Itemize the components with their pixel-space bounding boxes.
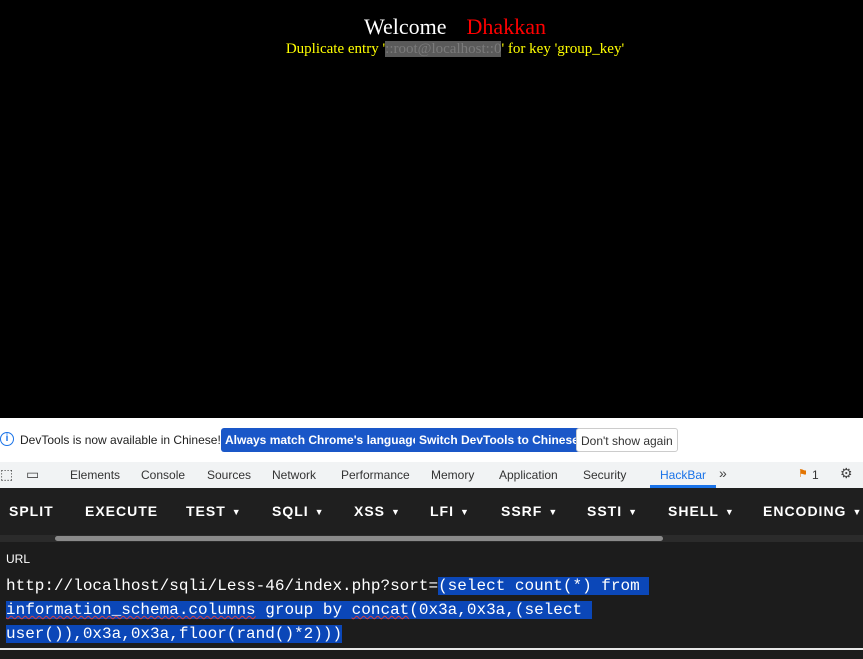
tab-hackbar[interactable]: HackBar: [660, 468, 706, 482]
tab-network[interactable]: Network: [272, 468, 316, 482]
chevron-down-icon: ▼: [724, 507, 735, 518]
split-button[interactable]: SPLIT: [9, 503, 54, 519]
more-tabs-icon[interactable]: »: [719, 465, 727, 481]
sqli-menu[interactable]: SQLI ▼: [272, 503, 325, 519]
url-selected-text: information_schema.columns: [6, 601, 256, 619]
chevron-down-icon: ▼: [460, 507, 470, 518]
url-base: http://localhost/sqli/Less-46/index.php?…: [6, 577, 439, 595]
devtools-infobar: i DevTools is now available in Chinese! …: [0, 418, 863, 463]
error-highlight: ::root@localhost::0: [385, 41, 502, 57]
tab-elements[interactable]: Elements: [70, 468, 120, 482]
sqli-label: SQLI: [272, 503, 309, 519]
info-icon: i: [0, 432, 14, 446]
execute-button[interactable]: EXECUTE: [85, 503, 158, 519]
page-body: Welcome Dhakkan Duplicate entry '::root@l…: [0, 0, 863, 418]
execute-label: EXECUTE: [85, 503, 159, 519]
ssti-menu[interactable]: SSTI ▼: [587, 503, 638, 519]
device-toolbar-icon[interactable]: ▭: [26, 466, 39, 483]
username-text: Dhakkan: [466, 14, 546, 39]
welcome-text: Welcome: [364, 14, 447, 39]
error-message: Duplicate entry '::root@localhost::0' fo…: [0, 41, 863, 58]
inspect-element-icon[interactable]: ⬚: [0, 466, 13, 483]
issues-flag-icon[interactable]: ⚑: [798, 467, 808, 480]
encoding-menu[interactable]: ENCODING ▼: [763, 503, 862, 519]
url-selected-text: concat: [351, 601, 410, 619]
url-input[interactable]: http://localhost/sqli/Less-46/index.php?…: [6, 574, 846, 646]
url-selected-text: (0x3a,0x3a,(select: [409, 601, 592, 619]
chevron-down-icon: ▼: [314, 507, 325, 518]
tab-application[interactable]: Application: [499, 468, 558, 482]
xss-label: XSS: [354, 503, 386, 519]
encoding-label: ENCODING: [763, 503, 847, 519]
issues-count: 1: [812, 468, 819, 482]
split-label: SPLIT: [9, 503, 54, 519]
infobar-message: DevTools is now available in Chinese!: [20, 433, 221, 447]
chevron-down-icon: ▼: [548, 507, 559, 518]
hackbar-toolbar: SPLIT EXECUTE TEST ▼ SQLI ▼ XSS ▼ LFI ▼ SSRF…: [0, 488, 863, 542]
tab-performance[interactable]: Performance: [341, 468, 410, 482]
tab-memory[interactable]: Memory: [431, 468, 474, 482]
url-panel: URL http://localhost/sqli/Less-46/index.…: [0, 542, 863, 659]
match-language-button[interactable]: Always match Chrome's language: [221, 428, 424, 452]
xss-menu[interactable]: XSS ▼: [354, 503, 401, 519]
url-selected-text: group by: [255, 601, 352, 619]
ssrf-menu[interactable]: SSRF ▼: [501, 503, 558, 519]
url-selected-text: user()),0x3a,0x3a,floor(rand()*2))): [6, 625, 343, 643]
chevron-down-icon: ▼: [628, 507, 639, 518]
welcome-line: Welcome Dhakkan: [0, 14, 863, 40]
switch-chinese-button[interactable]: Switch DevTools to Chinese: [415, 428, 583, 452]
hackbar-scrollbar[interactable]: [55, 536, 663, 541]
tab-console[interactable]: Console: [141, 468, 185, 482]
lfi-menu[interactable]: LFI ▼: [430, 503, 470, 519]
test-label: TEST: [186, 503, 226, 519]
ssrf-label: SSRF: [501, 503, 543, 519]
devtools-tabs: ⬚ ▭ Elements Console Sources Network Per…: [0, 462, 863, 489]
chevron-down-icon: ▼: [231, 507, 242, 518]
url-label: URL: [6, 552, 31, 566]
error-suffix: ' for key 'group_key': [501, 41, 625, 57]
shell-label: SHELL: [668, 503, 719, 519]
tab-security[interactable]: Security: [583, 468, 626, 482]
test-menu[interactable]: TEST ▼: [186, 503, 242, 519]
chevron-down-icon: ▼: [852, 507, 863, 518]
shell-menu[interactable]: SHELL ▼: [668, 503, 735, 519]
url-input-border: [0, 648, 863, 650]
dont-show-again-button[interactable]: Don't show again: [576, 428, 678, 452]
error-prefix: Duplicate entry ': [285, 41, 386, 57]
lfi-label: LFI: [430, 503, 454, 519]
url-selected-text: (select count(*) from: [438, 577, 650, 595]
ssti-label: SSTI: [587, 503, 623, 519]
settings-gear-icon[interactable]: ⚙: [840, 465, 853, 482]
chevron-down-icon: ▼: [391, 507, 401, 518]
tab-sources[interactable]: Sources: [207, 468, 251, 482]
